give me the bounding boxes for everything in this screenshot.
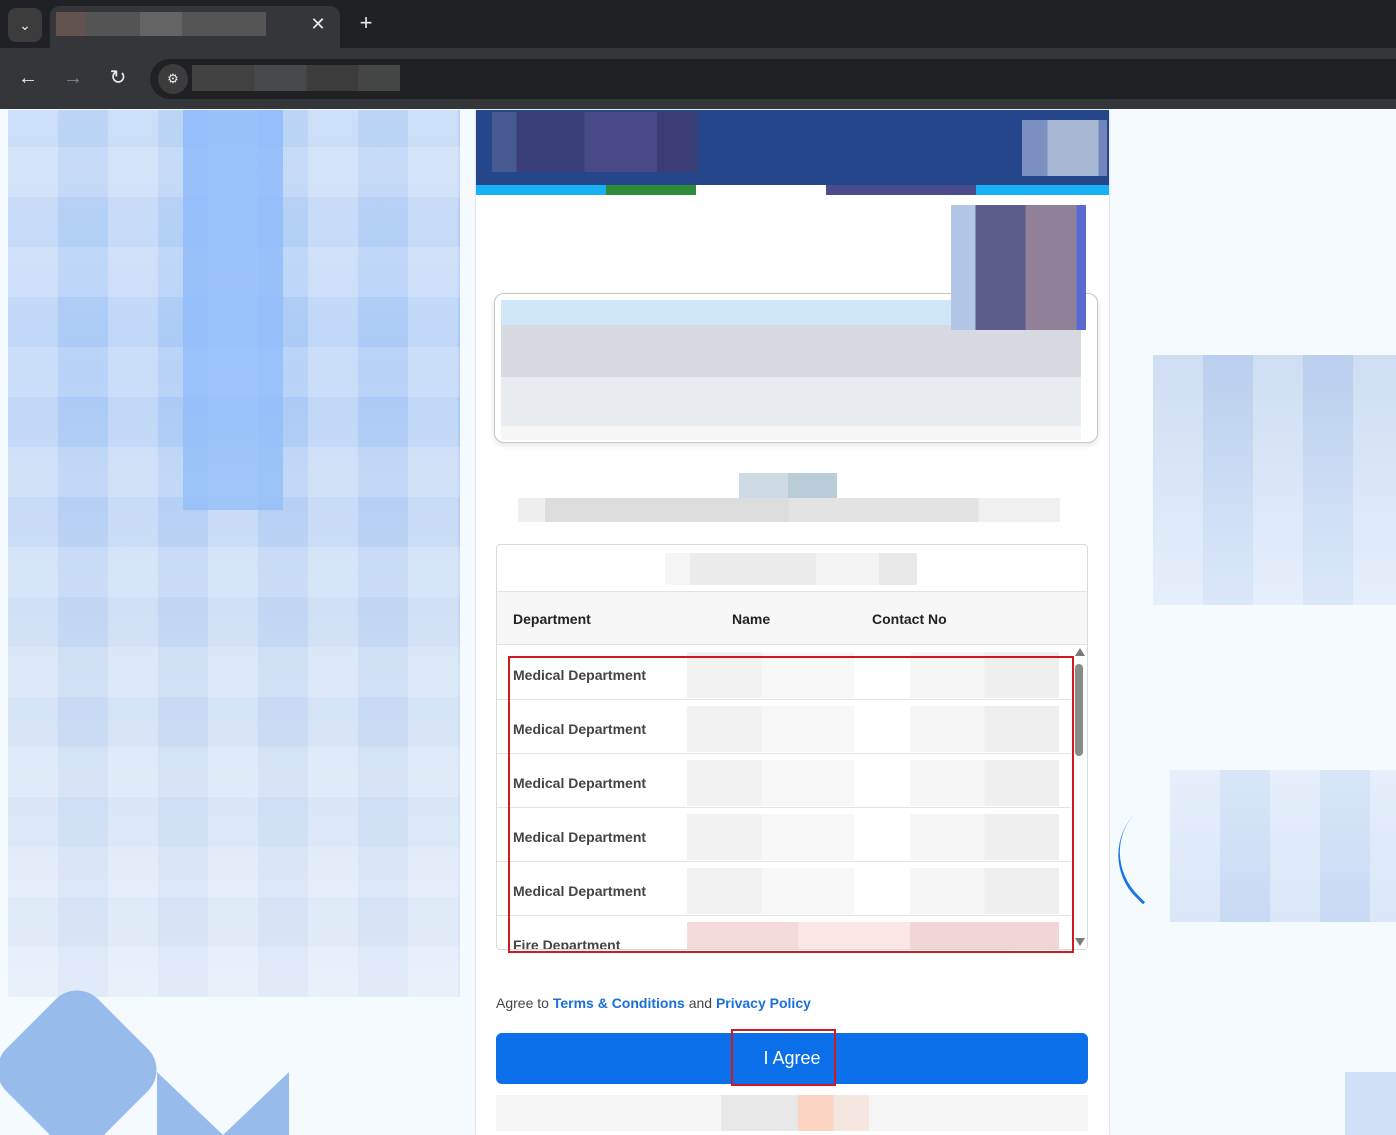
- header-logo-redacted: [492, 112, 698, 172]
- background-graphic-right: [1153, 355, 1396, 605]
- i-agree-button[interactable]: I Agree: [496, 1033, 1088, 1084]
- back-button[interactable]: ←: [14, 64, 42, 92]
- decorative-diamond-shape: [0, 978, 169, 1135]
- table-row: Medical Department: [497, 808, 1071, 862]
- agreement-prefix: Agree to: [496, 995, 549, 1011]
- table-row: Medical Department: [497, 700, 1071, 754]
- scroll-down-arrow-icon[interactable]: [1075, 938, 1085, 946]
- department-cell: Medical Department: [513, 721, 647, 737]
- contact-details-redacted: [687, 652, 1059, 698]
- privacy-link[interactable]: Privacy Policy: [716, 995, 811, 1011]
- column-header-contact-no: Contact No: [872, 611, 947, 627]
- table-row: Fire Department: [497, 916, 1071, 950]
- table-body[interactable]: Medical Department Medical Department Me…: [497, 646, 1071, 950]
- scrollbar-thumb[interactable]: [1075, 664, 1083, 756]
- reload-button[interactable]: ↻: [104, 64, 132, 92]
- agreement-text: Agree to Terms & Conditions and Privacy …: [496, 995, 811, 1011]
- table-row: Medical Department: [497, 754, 1071, 808]
- chevron-down-icon: ⌄: [19, 16, 31, 33]
- url-redacted: [192, 65, 400, 91]
- browser-tab-bar: ⌄ ✕ +: [0, 0, 1396, 48]
- department-cell: Fire Department: [513, 937, 621, 950]
- modal-header: [476, 110, 1109, 185]
- table-scrollbar[interactable]: [1071, 646, 1087, 949]
- browser-tab[interactable]: ✕: [50, 6, 340, 48]
- table-row: Medical Department: [497, 862, 1071, 916]
- contact-details-redacted: [687, 706, 1059, 752]
- flag-banner-strip: [476, 185, 1109, 195]
- scroll-up-arrow-icon[interactable]: [1075, 648, 1085, 656]
- contact-details-redacted: [687, 814, 1059, 860]
- table-row: Medical Department: [497, 646, 1071, 700]
- agreement-conjunction: and: [688, 995, 713, 1011]
- department-cell: Medical Department: [513, 883, 647, 899]
- footer-redacted: [496, 1095, 1088, 1131]
- new-tab-button[interactable]: +: [354, 10, 378, 36]
- address-bar[interactable]: ⚙: [150, 59, 1396, 99]
- department-cell: Medical Department: [513, 775, 647, 791]
- decorative-chevron-shape: [157, 1072, 289, 1135]
- background-graphic-left-accent: [183, 110, 283, 510]
- site-info-icon[interactable]: ⚙: [158, 64, 188, 94]
- avatar: [951, 205, 1086, 330]
- column-header-name: Name: [732, 611, 771, 627]
- contact-details-redacted: [687, 922, 1059, 949]
- table-header: Department Name Contact No: [497, 591, 1087, 645]
- description-redacted: [518, 498, 1060, 522]
- table-caption-redacted: [665, 553, 917, 585]
- terms-link[interactable]: Terms & Conditions: [553, 995, 685, 1011]
- contact-details-redacted: [687, 868, 1059, 914]
- tab-search-button[interactable]: ⌄: [8, 8, 42, 42]
- background-graphic-right-lower: [1170, 770, 1396, 922]
- background-graphic-corner: [1345, 1072, 1396, 1135]
- subtitle-redacted: [739, 473, 837, 498]
- tab-title-redacted: [56, 12, 266, 36]
- department-cell: Medical Department: [513, 667, 647, 683]
- browser-toolbar: ← → ↻ ⚙: [0, 48, 1396, 109]
- contact-table: Department Name Contact No Medical Depar…: [496, 544, 1088, 950]
- header-emblem-redacted: [1022, 120, 1107, 176]
- contact-details-redacted: [687, 760, 1059, 806]
- close-tab-icon[interactable]: ✕: [308, 14, 328, 35]
- forward-button[interactable]: →: [59, 64, 87, 92]
- agreement-modal: Department Name Contact No Medical Depar…: [476, 110, 1109, 1135]
- department-cell: Medical Department: [513, 829, 647, 845]
- column-header-department: Department: [513, 611, 591, 627]
